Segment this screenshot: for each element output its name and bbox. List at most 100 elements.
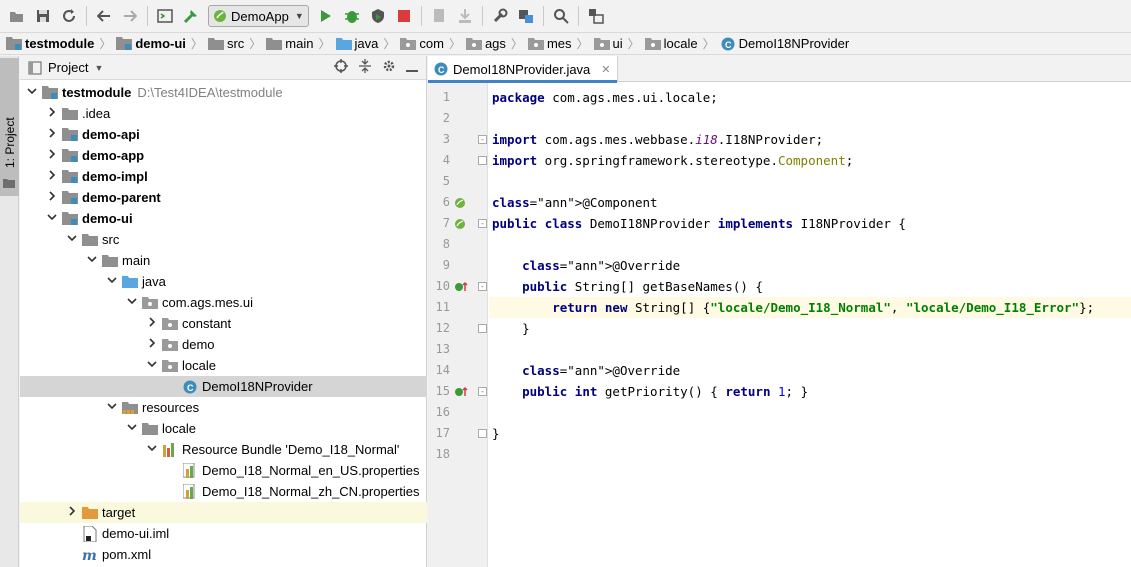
tab-demo-i18n-provider[interactable]: C DemoI18NProvider.java ✕ (428, 56, 618, 83)
tree-item[interactable]: Demo_I18_Normal_zh_CN.properties (20, 481, 427, 502)
spring-implemented-icon[interactable] (454, 213, 470, 234)
tree-item[interactable]: target (20, 502, 427, 523)
breadcrumb-item[interactable]: ags (465, 36, 506, 52)
chevron-right-icon[interactable] (46, 191, 58, 204)
code-line[interactable] (489, 234, 1131, 255)
tree-item[interactable]: src (20, 229, 427, 250)
tree-item[interactable]: locale (20, 355, 427, 376)
chevron-right-icon[interactable] (146, 317, 158, 330)
code-line[interactable]: public String[] getBaseNames() { (489, 276, 1131, 297)
breadcrumb-item[interactable]: com (400, 36, 444, 52)
tree-item[interactable]: locale (20, 418, 427, 439)
run-configuration-select[interactable]: DemoApp ▼ (208, 5, 309, 27)
code-line[interactable] (489, 402, 1131, 423)
chevron-right-icon[interactable] (46, 149, 58, 162)
fold-marker-icon[interactable]: - (478, 219, 487, 228)
code-line[interactable] (489, 108, 1131, 129)
chevron-right-icon[interactable] (66, 506, 78, 519)
fold-marker-icon[interactable]: - (478, 135, 487, 144)
breadcrumb-item[interactable]: ui (593, 36, 623, 52)
code-line[interactable]: public class DemoI18NProvider implements… (489, 213, 1131, 234)
code-line[interactable]: class="ann">@Component (489, 192, 1131, 213)
chevron-right-icon[interactable] (46, 170, 58, 183)
code-line[interactable]: import org.springframework.stereotype.Co… (489, 150, 1131, 171)
build-icon[interactable] (180, 5, 202, 27)
sync-icon[interactable] (58, 5, 80, 27)
override-icon[interactable] (454, 381, 470, 402)
project-tool-button[interactable]: 1: Project (0, 58, 19, 196)
fold-marker-icon[interactable] (478, 156, 487, 165)
chevron-down-icon[interactable] (146, 360, 158, 371)
breadcrumb-item[interactable]: C DemoI18NProvider (720, 36, 849, 52)
fold-marker-icon[interactable]: - (478, 387, 487, 396)
code-line[interactable]: class="ann">@Override (489, 360, 1131, 381)
breadcrumb-item[interactable]: locale (644, 36, 698, 52)
tree-item[interactable]: m pom.xml (20, 544, 427, 565)
locate-icon[interactable] (334, 59, 348, 76)
code-line[interactable]: } (489, 318, 1131, 339)
code-line[interactable] (489, 171, 1131, 192)
code-line[interactable]: return new String[] {"locale/Demo_I18_No… (489, 297, 1131, 318)
chevron-down-icon[interactable] (66, 234, 78, 245)
coverage-icon[interactable] (367, 5, 389, 27)
tree-item[interactable]: Demo_I18_Normal_en_US.properties (20, 460, 427, 481)
tree-item[interactable]: demo-ui.iml (20, 523, 427, 544)
fold-marker-icon[interactable] (478, 429, 487, 438)
breadcrumb-item[interactable]: mes (527, 36, 572, 52)
chevron-down-icon[interactable] (126, 423, 138, 434)
chevron-right-icon[interactable] (46, 128, 58, 141)
forward-icon[interactable] (119, 5, 141, 27)
code-line[interactable]: public int getPriority() { return 1; } (489, 381, 1131, 402)
chevron-down-icon[interactable] (26, 87, 38, 98)
vcs-commit-icon[interactable] (454, 5, 476, 27)
fold-marker-icon[interactable]: - (478, 282, 487, 291)
chevron-right-icon[interactable] (46, 107, 58, 120)
fold-marker-icon[interactable] (478, 324, 487, 333)
tree-item[interactable]: main (20, 250, 427, 271)
chevron-down-icon[interactable] (106, 402, 118, 413)
vcs-update-icon[interactable] (428, 5, 450, 27)
breadcrumb-item[interactable]: src (207, 36, 244, 52)
code-area[interactable]: package com.ags.mes.ui.locale; import com… (489, 83, 1131, 567)
tree-item[interactable]: demo-parent (20, 187, 427, 208)
chevron-down-icon[interactable] (146, 444, 158, 455)
breadcrumb-item[interactable]: testmodule (6, 36, 94, 52)
code-line[interactable]: import com.ags.mes.webbase.i18.I18NProvi… (489, 129, 1131, 150)
chevron-right-icon[interactable] (146, 338, 158, 351)
tree-item[interactable]: demo-api (20, 124, 427, 145)
settings-icon[interactable] (489, 5, 511, 27)
spring-bean-icon[interactable] (454, 192, 470, 213)
project-structure-icon[interactable] (515, 5, 537, 27)
back-icon[interactable] (93, 5, 115, 27)
collapse-all-icon[interactable] (358, 59, 372, 76)
tree-item[interactable]: resources (20, 397, 427, 418)
hide-panel-icon[interactable] (406, 60, 418, 76)
close-icon[interactable]: ✕ (601, 63, 610, 76)
tree-item[interactable]: Resource Bundle 'Demo_I18_Normal' (20, 439, 427, 460)
sdk-icon[interactable] (585, 5, 607, 27)
code-line[interactable]: } (489, 423, 1131, 444)
stop-icon[interactable] (393, 5, 415, 27)
override-icon[interactable] (454, 276, 470, 297)
tree-item[interactable]: constant (20, 313, 427, 334)
chevron-down-icon[interactable] (46, 213, 58, 224)
run-icon[interactable] (315, 5, 337, 27)
tree-item[interactable]: com.ags.mes.ui (20, 292, 427, 313)
gear-icon[interactable] (382, 59, 396, 76)
tree-item[interactable]: demo-app (20, 145, 427, 166)
chevron-down-icon[interactable] (106, 276, 118, 287)
project-view-selector[interactable]: Project ▼ (28, 60, 103, 75)
tree-item[interactable]: demo-ui (20, 208, 427, 229)
save-icon[interactable] (32, 5, 54, 27)
code-line[interactable] (489, 444, 1131, 465)
tree-item[interactable]: demo (20, 334, 427, 355)
code-line[interactable] (489, 339, 1131, 360)
breadcrumb-item[interactable]: main (266, 36, 313, 52)
breadcrumb-item[interactable]: java (335, 36, 378, 52)
search-icon[interactable] (550, 5, 572, 27)
tree-item[interactable]: demo-impl (20, 166, 427, 187)
tree-item[interactable]: C DemoI18NProvider (20, 376, 427, 397)
tree-item[interactable]: .idea (20, 103, 427, 124)
chevron-down-icon[interactable] (86, 255, 98, 266)
code-line[interactable]: package com.ags.mes.ui.locale; (489, 87, 1131, 108)
